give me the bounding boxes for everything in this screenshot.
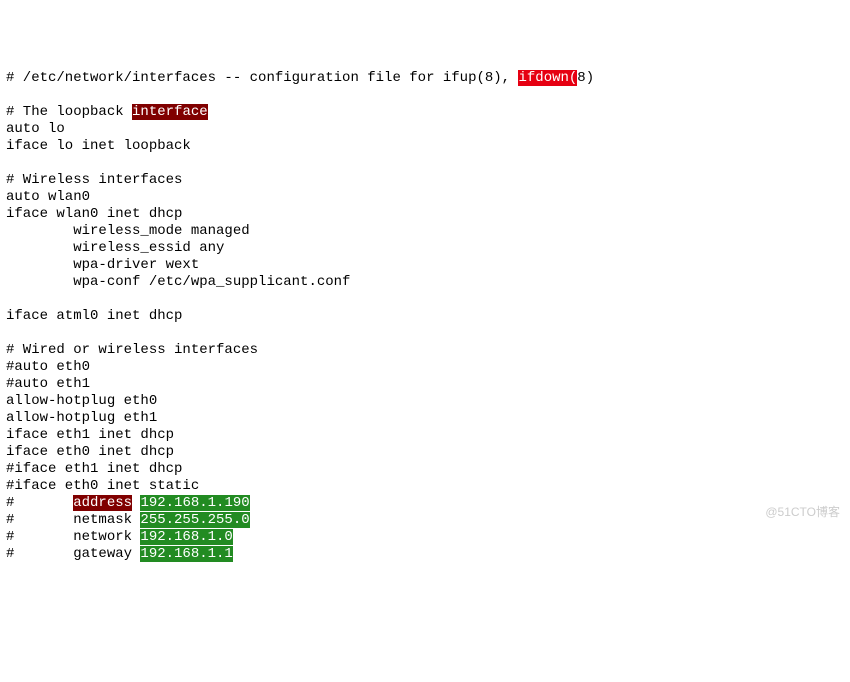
config-line: auto wlan0 xyxy=(6,189,90,205)
config-line: # gateway xyxy=(6,546,140,562)
config-line: iface eth1 inet dhcp xyxy=(6,427,174,443)
config-line: 8) xyxy=(577,70,594,86)
terminal-editor-content[interactable]: # /etc/network/interfaces -- configurati… xyxy=(6,70,844,563)
value-highlight: 255.255.255.0 xyxy=(140,512,249,528)
config-line: iface wlan0 inet dhcp xyxy=(6,206,182,222)
config-line: # Wireless interfaces xyxy=(6,172,182,188)
config-line: wireless_essid any xyxy=(6,240,224,256)
value-highlight: 192.168.1.190 xyxy=(140,495,249,511)
config-line: #auto eth0 xyxy=(6,359,90,375)
config-line: #iface eth1 inet dhcp xyxy=(6,461,182,477)
config-line: # The loopback xyxy=(6,104,132,120)
watermark-text: @51CTO博客 xyxy=(765,504,840,521)
config-line: wireless_mode managed xyxy=(6,223,250,239)
value-highlight: 192.168.1.0 xyxy=(140,529,232,545)
config-line: # xyxy=(6,495,73,511)
search-match-highlight: address xyxy=(73,495,132,511)
config-line: auto lo xyxy=(6,121,65,137)
config-line: allow-hotplug eth0 xyxy=(6,393,157,409)
search-match-highlight: ifdown( xyxy=(518,70,577,86)
config-line: wpa-conf /etc/wpa_supplicant.conf xyxy=(6,274,350,290)
config-line: wpa-driver wext xyxy=(6,257,199,273)
config-line: iface lo inet loopback xyxy=(6,138,191,154)
config-line: #auto eth1 xyxy=(6,376,90,392)
config-line: # netmask xyxy=(6,512,140,528)
search-match-highlight: interface xyxy=(132,104,208,120)
config-line: # network xyxy=(6,529,140,545)
config-line: iface atml0 inet dhcp xyxy=(6,308,182,324)
config-line: allow-hotplug eth1 xyxy=(6,410,157,426)
config-line: # Wired or wireless interfaces xyxy=(6,342,258,358)
config-line: iface eth0 inet dhcp xyxy=(6,444,174,460)
config-line: # /etc/network/interfaces -- configurati… xyxy=(6,70,518,86)
config-line: #iface eth0 inet static xyxy=(6,478,199,494)
value-highlight: 192.168.1.1 xyxy=(140,546,232,562)
